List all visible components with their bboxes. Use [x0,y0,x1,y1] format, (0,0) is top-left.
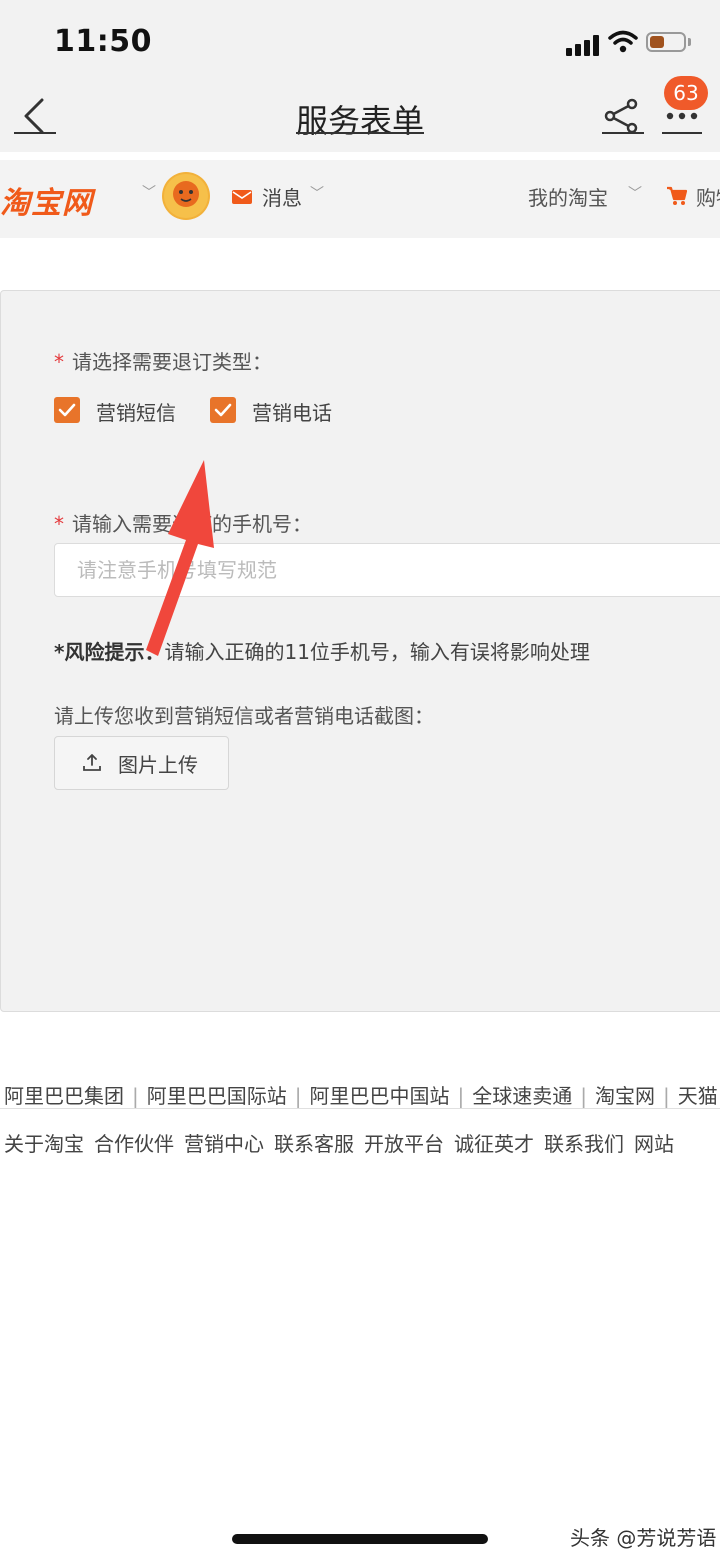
separator: | [132,1084,139,1108]
share-underline [602,132,644,134]
footer-link[interactable]: 网站 [634,1132,674,1156]
chevron-down-icon[interactable]: ﹀ [628,183,642,203]
chevron-down-icon[interactable]: ﹀ [310,183,324,203]
separator: | [457,1084,465,1108]
cart-icon[interactable] [666,186,688,206]
taobao-logo[interactable]: 淘宝网 [0,178,93,222]
required-marker: * [54,350,64,374]
footer-link[interactable]: 开放平台 [364,1132,444,1156]
call-checkbox[interactable] [210,397,236,423]
footer-link[interactable]: 联系客服 [274,1132,354,1156]
footer-link[interactable]: 联系我们 [544,1132,624,1156]
footer-link[interactable]: 天猫 [678,1084,718,1108]
unsubscribe-type-label: * 请选择需要退订类型： [54,350,272,374]
wifi-icon [608,30,638,53]
signal-icon [566,34,602,56]
separator: | [580,1084,587,1108]
chevron-down-icon[interactable]: ﹀ [142,182,156,202]
required-marker: * [54,512,64,536]
upload-icon[interactable] [82,752,102,772]
sms-checkbox[interactable] [54,397,80,423]
footer-link[interactable]: 全球速卖通 [472,1084,572,1108]
footer-links-row1: 阿里巴巴集团 | 阿里巴巴国际站 | 阿里巴巴中国站 | 全球速卖通 | 淘宝网 | 天猫 [4,1080,718,1109]
taobao-top-bar [0,160,720,238]
messages-link[interactable]: 消息 [262,182,302,211]
separator: | [294,1084,302,1108]
call-option-label[interactable]: 营销电话 [252,397,332,426]
footer-link[interactable]: 合作伙伴 [94,1132,174,1156]
footer-link[interactable]: 阿里巴巴集团 [4,1084,124,1108]
more-underline [662,132,702,134]
footer-link[interactable]: 关于淘宝 [4,1132,84,1156]
mail-icon [232,190,252,204]
footer-link[interactable]: 阿里巴巴国际站 [147,1084,287,1108]
share-icon[interactable] [602,96,642,136]
footer-link[interactable]: 营销中心 [184,1132,264,1156]
upload-label: 请上传您收到营销短信或者营销电话截图： [54,704,434,728]
upload-button-label[interactable]: 图片上传 [118,749,198,778]
separator: | [663,1084,670,1108]
battery-icon [646,32,686,52]
more-icon[interactable] [662,110,702,122]
my-taobao-link[interactable]: 我的淘宝 [528,182,608,211]
sms-option-label[interactable]: 营销短信 [96,397,176,426]
red-arrow-annotation [146,460,214,656]
title-underline [296,132,424,134]
home-indicator[interactable] [232,1534,488,1544]
footer-link[interactable]: 淘宝网 [595,1084,655,1108]
footer-divider [0,1108,720,1109]
status-time: 11:50 [54,24,152,59]
watermark: 头条 @芳说芳语 [570,1526,717,1550]
notification-badge: 63 [664,76,708,110]
footer-link[interactable]: 诚征英才 [454,1132,534,1156]
footer-links-row2: 关于淘宝 合作伙伴 营销中心 联系客服 开放平台 诚征英才 联系我们 网站 [4,1128,684,1157]
footer-link[interactable]: 阿里巴巴中国站 [310,1084,450,1108]
avatar[interactable] [162,172,210,220]
battery-cap [688,38,691,46]
cart-link[interactable]: 购物 [696,182,720,211]
